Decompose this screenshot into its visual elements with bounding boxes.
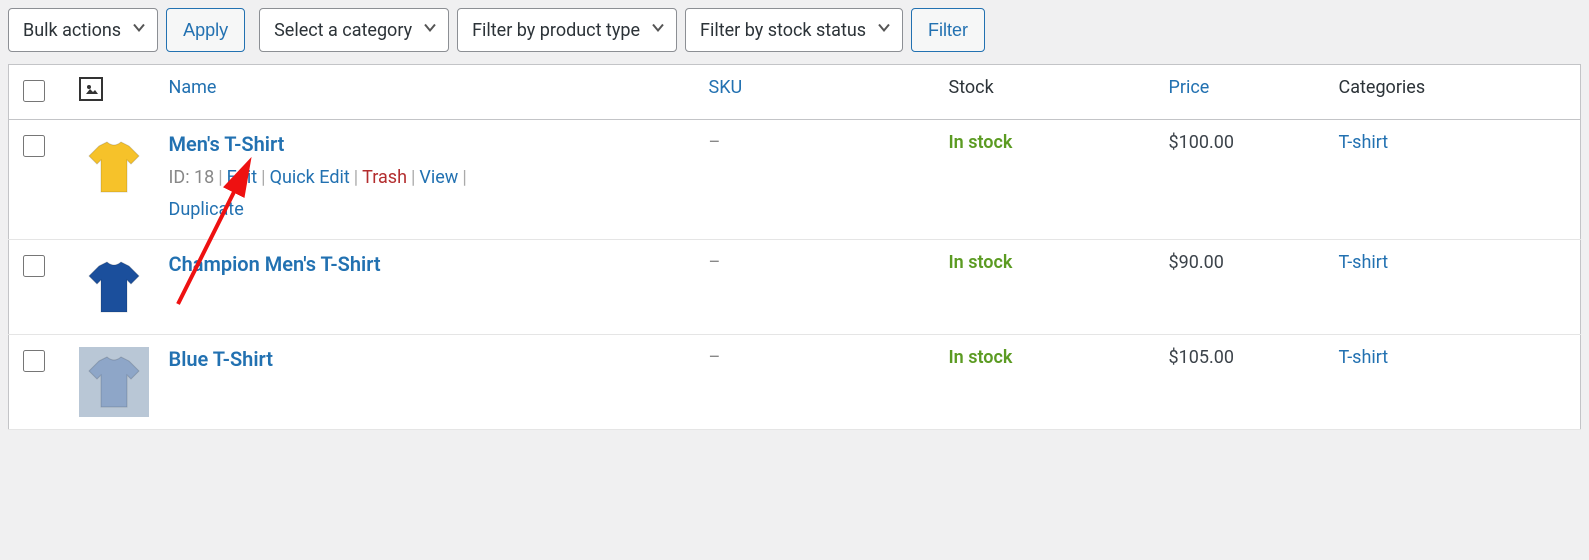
view-link[interactable]: View [419, 167, 458, 188]
price-value: $100.00 [1169, 132, 1234, 153]
product-id-label: ID: 18 [169, 167, 215, 188]
bulk-actions-label: Bulk actions [23, 20, 121, 41]
apply-button[interactable]: Apply [166, 8, 245, 52]
filter-button[interactable]: Filter [911, 8, 985, 52]
row-checkbox[interactable] [23, 255, 45, 277]
price-value: $105.00 [1169, 347, 1234, 368]
table-row: Blue T-Shirt – In stock $105.00 T-shirt [9, 334, 1581, 429]
stock-status-filter-select[interactable]: Filter by stock status [685, 8, 903, 52]
product-title-link[interactable]: Men's T-Shirt [169, 132, 285, 156]
category-link[interactable]: T-shirt [1339, 252, 1389, 273]
chevron-down-icon [422, 20, 438, 41]
column-header-price[interactable]: Price [1159, 65, 1329, 120]
chevron-down-icon [650, 20, 666, 41]
category-link[interactable]: T-shirt [1339, 347, 1389, 368]
product-type-filter-label: Filter by product type [472, 20, 640, 41]
column-header-sku[interactable]: SKU [699, 65, 939, 120]
sku-value: – [709, 347, 721, 368]
chevron-down-icon [876, 20, 892, 41]
category-filter-select[interactable]: Select a category [259, 8, 449, 52]
stock-status: In stock [949, 347, 1013, 368]
stock-status: In stock [949, 132, 1013, 153]
select-all-checkbox[interactable] [23, 80, 45, 102]
trash-link[interactable]: Trash [362, 167, 407, 188]
product-thumbnail[interactable] [79, 132, 149, 202]
edit-link[interactable]: Edit [227, 167, 257, 188]
bulk-actions-select[interactable]: Bulk actions [8, 8, 158, 52]
image-icon [79, 77, 103, 101]
category-link[interactable]: T-shirt [1339, 132, 1389, 153]
table-row: Champion Men's T-Shirt – In stock $90.00 T-s… [9, 239, 1581, 334]
column-header-stock: Stock [939, 65, 1159, 120]
sku-value: – [709, 252, 721, 273]
sku-value: – [709, 132, 721, 153]
row-actions: ID: 18|Edit|Quick Edit|Trash|View|Duplic… [169, 162, 689, 227]
product-title-link[interactable]: Blue T-Shirt [169, 347, 273, 371]
chevron-down-icon [131, 20, 147, 41]
stock-status-filter-label: Filter by stock status [700, 20, 866, 41]
list-toolbar: Bulk actions Apply Select a category Fil… [0, 0, 1589, 64]
column-header-thumbnail [69, 65, 159, 120]
row-checkbox[interactable] [23, 135, 45, 157]
product-thumbnail[interactable] [79, 347, 149, 417]
price-value: $90.00 [1169, 252, 1224, 273]
table-row: Men's T-Shirt ID: 18|Edit|Quick Edit|Tras… [9, 120, 1581, 240]
column-header-name[interactable]: Name [159, 65, 699, 120]
column-header-checkbox [9, 65, 69, 120]
stock-status: In stock [949, 252, 1013, 273]
product-title-link[interactable]: Champion Men's T-Shirt [169, 252, 381, 276]
product-thumbnail[interactable] [79, 252, 149, 322]
column-header-categories: Categories [1329, 65, 1581, 120]
row-checkbox[interactable] [23, 350, 45, 372]
category-filter-label: Select a category [274, 20, 412, 41]
duplicate-link[interactable]: Duplicate [169, 199, 244, 220]
quick-edit-link[interactable]: Quick Edit [270, 167, 350, 188]
product-type-filter-select[interactable]: Filter by product type [457, 8, 677, 52]
products-table: Name SKU Stock Price Categories Men's T-… [8, 64, 1581, 430]
